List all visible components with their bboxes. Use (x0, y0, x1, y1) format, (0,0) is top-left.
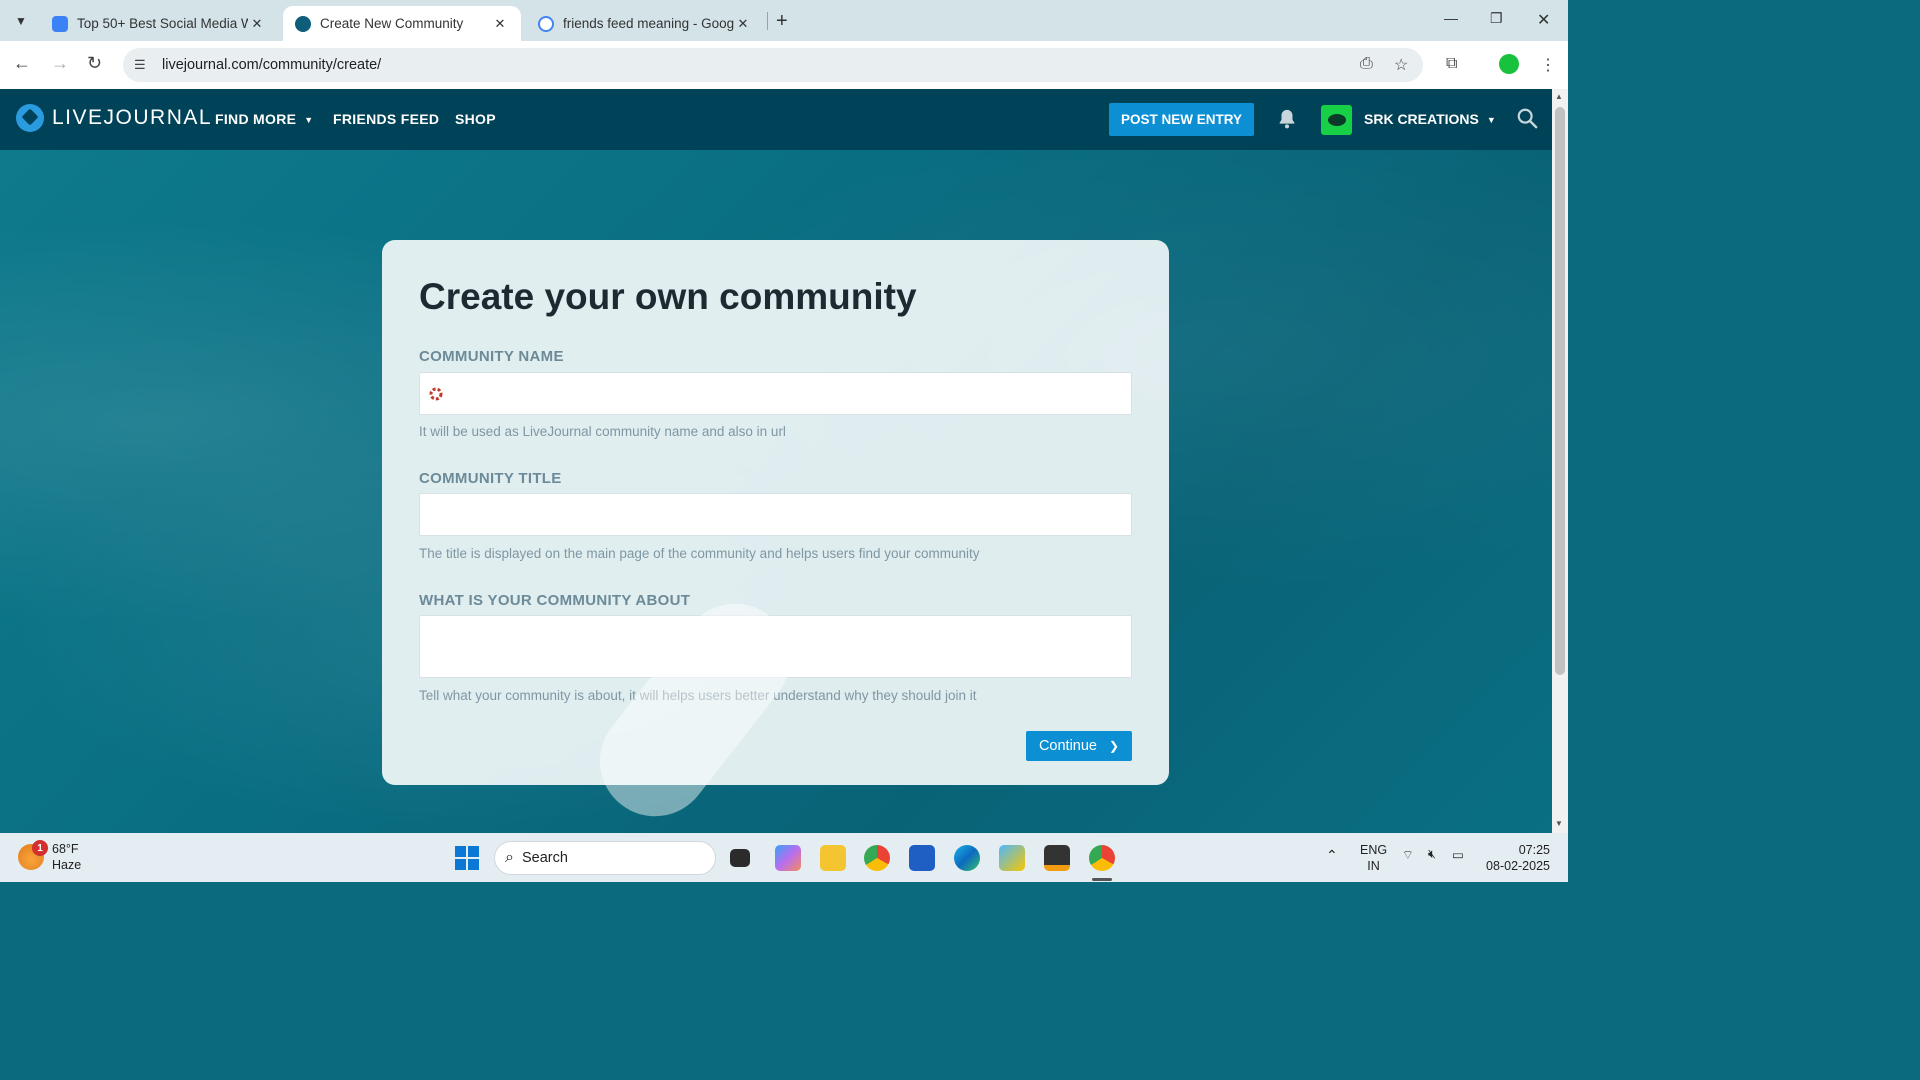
taskbar-search[interactable]: ⌕ Search (494, 841, 716, 875)
sublime-text-icon[interactable] (1044, 845, 1070, 871)
community-title-label: COMMUNITY TITLE (419, 470, 562, 487)
weather-haze-icon: 1 (18, 840, 48, 870)
active-app-indicator (1092, 878, 1112, 881)
tab-label: Top 50+ Best Social Media Web (77, 16, 248, 31)
browser-menu-icon[interactable]: ⋮ (1540, 55, 1556, 75)
nav-find-more[interactable]: FIND MORE ▼ (215, 111, 313, 127)
browser-toolbar: ← → ↻ ☰ livejournal.com/community/create… (0, 41, 1568, 89)
weather-badge: 1 (32, 840, 48, 856)
chrome-icon[interactable] (864, 845, 890, 871)
user-avatar[interactable] (1321, 105, 1352, 135)
scroll-up-icon[interactable]: ▲ (1555, 92, 1563, 101)
scroll-down-icon[interactable]: ▼ (1555, 819, 1563, 828)
tab-social-media[interactable]: Top 50+ Best Social Media Web ✕ (40, 6, 278, 41)
site-info-icon[interactable]: ☰ (134, 57, 150, 73)
password-manager-icon[interactable] (428, 386, 444, 402)
community-about-label: WHAT IS YOUR COMMUNITY ABOUT (419, 592, 691, 609)
tab-label: friends feed meaning - Google (563, 16, 734, 31)
copilot-icon[interactable] (775, 845, 801, 871)
profile-avatar-icon[interactable] (1499, 54, 1519, 74)
restore-icon[interactable]: ❐ (1490, 10, 1503, 27)
search-icon: ⌕ (505, 849, 514, 866)
page-scrollbar[interactable]: ▲ ▼ (1552, 89, 1568, 833)
community-name-hint: It will be used as LiveJournal community… (419, 424, 786, 439)
nav-friends-feed[interactable]: FRIENDS FEED (333, 111, 439, 127)
logo-text: LIVEJOURNAL (52, 106, 213, 129)
weather-desc: Haze (52, 858, 82, 872)
close-tab-icon[interactable]: ✕ (248, 16, 266, 32)
address-bar[interactable]: ☰ livejournal.com/community/create/ (123, 48, 1423, 82)
url-text: livejournal.com/community/create/ (162, 57, 382, 73)
browser-tab-strip: ▼ Top 50+ Best Social Media Web ✕ Create… (0, 0, 1568, 41)
weather-app-icon[interactable] (999, 845, 1025, 871)
user-menu[interactable]: SRK CREATIONS ▼ (1364, 111, 1496, 127)
create-community-card: Create your own community COMMUNITY NAME… (382, 240, 1169, 785)
extensions-icon[interactable]: ⧉ (1446, 55, 1457, 73)
scroll-thumb[interactable] (1555, 107, 1565, 675)
minimize-icon[interactable]: — (1444, 10, 1458, 26)
site-header: LIVEJOURNAL FIND MORE ▼ FRIENDS FEED SHOP… (0, 89, 1552, 150)
reload-icon[interactable]: ↻ (87, 53, 102, 74)
close-tab-icon[interactable]: ✕ (491, 16, 509, 32)
tab-create-community[interactable]: Create New Community ✕ (283, 6, 521, 41)
livejournal-logo-icon (16, 104, 44, 132)
community-title-input[interactable] (419, 493, 1132, 536)
site-favicon-icon (52, 15, 68, 32)
livejournal-favicon-icon (295, 15, 311, 32)
page-title: Create your own community (419, 276, 917, 317)
windows-start-icon[interactable] (455, 846, 479, 870)
close-tab-icon[interactable]: ✕ (734, 16, 752, 32)
community-name-input[interactable] (419, 372, 1132, 415)
show-hidden-icons[interactable]: ⌃ (1326, 847, 1338, 864)
google-favicon-icon (538, 15, 554, 32)
back-icon[interactable]: ← (13, 53, 31, 74)
weather-temp: 68°F (52, 842, 79, 856)
community-title-hint: The title is displayed on the main page … (419, 546, 980, 561)
post-new-entry-button[interactable]: POST NEW ENTRY (1109, 103, 1254, 136)
close-window-icon[interactable]: ✕ (1537, 10, 1550, 30)
system-clock[interactable]: 07:25 08-02-2025 (1484, 842, 1550, 874)
windows-taskbar: 1 68°F Haze ⌕ Search ⌃ ENG IN ⌔ 🔇︎ ▭ 07:… (0, 833, 1568, 882)
search-label: Search (521, 850, 568, 866)
weather-widget[interactable]: 1 68°F Haze (18, 840, 82, 873)
caret-down-icon: ▼ (1486, 115, 1496, 126)
caret-down-icon: ▼ (304, 115, 314, 126)
new-tab-icon[interactable]: + (776, 10, 788, 33)
file-explorer-icon[interactable] (820, 845, 846, 871)
chevron-right-icon: ❯ (1108, 739, 1120, 753)
search-icon[interactable] (1516, 107, 1538, 129)
volume-muted-icon[interactable]: 🔇︎ (1428, 847, 1436, 862)
tab-google-search[interactable]: friends feed meaning - Google ✕ (526, 6, 764, 41)
nav-shop[interactable]: SHOP (455, 111, 496, 127)
install-app-icon[interactable]: ⎙ (1360, 55, 1373, 73)
notifications-bell-icon[interactable] (1276, 107, 1298, 131)
battery-icon[interactable]: ▭ (1452, 847, 1464, 862)
tab-search-button[interactable]: ▼ (8, 8, 34, 34)
tab-label: Create New Community (320, 16, 464, 31)
chrome-profile-icon[interactable] (1089, 845, 1115, 871)
continue-button[interactable]: Continue ❯ (1026, 731, 1132, 761)
edge-icon[interactable] (954, 845, 980, 871)
language-indicator[interactable]: ENG IN (1360, 842, 1387, 874)
community-name-label: COMMUNITY NAME (419, 348, 564, 365)
bookmark-star-icon[interactable]: ☆ (1394, 55, 1408, 75)
wifi-icon[interactable]: ⌔ (1402, 847, 1414, 863)
tab-separator (767, 12, 768, 30)
livejournal-logo[interactable]: LIVEJOURNAL (16, 104, 212, 132)
microsoft-store-icon[interactable] (909, 845, 935, 871)
forward-icon[interactable]: → (51, 53, 69, 74)
task-view-icon[interactable] (730, 849, 750, 867)
